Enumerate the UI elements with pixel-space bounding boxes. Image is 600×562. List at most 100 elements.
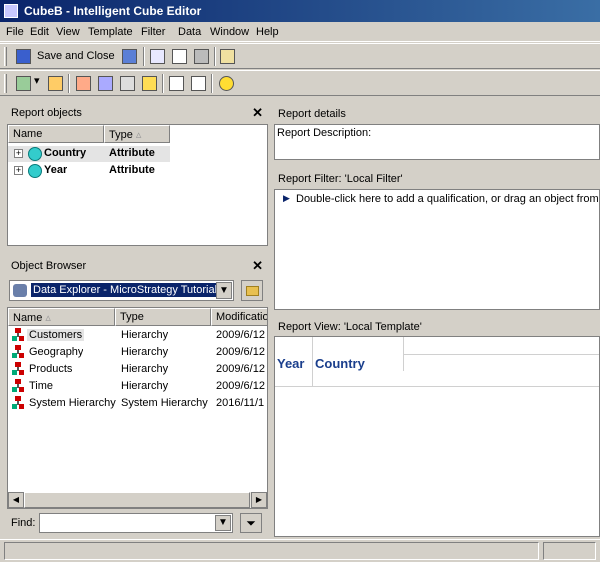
source-icon [13,284,27,297]
scroll-thumb[interactable] [24,492,250,508]
grid-view-icon[interactable] [14,74,33,93]
item-type: Hierarchy [121,329,169,341]
item-type: Attribute [109,164,155,176]
toolbar-separator [214,47,216,66]
menu-file[interactable]: File [6,26,24,38]
chevron-down-icon[interactable]: ▼ [215,515,231,531]
source-value: Data Explorer - MicroStrategy Tutorial [31,283,220,297]
column-header-name[interactable]: Name ▵ [8,308,115,326]
list-item[interactable]: Time Hierarchy 2009/6/12 [8,378,267,395]
item-type: Attribute [109,147,155,159]
report-view-title: Report View: 'Local Template' [278,321,422,333]
hierarchy-icon [12,345,24,359]
column-header-type[interactable]: Type [115,308,211,326]
item-type: Hierarchy [121,380,169,392]
menu-window[interactable]: Window [210,26,249,38]
item-modified: 2016/11/1 [216,397,265,409]
print-icon[interactable] [192,47,211,66]
item-name: Geography [29,346,84,358]
note-icon[interactable] [140,74,159,93]
toolbar-separator [143,47,145,66]
list-item[interactable]: Customers Hierarchy 2009/6/12 [8,327,267,344]
report-objects-title: Report objects [11,107,82,119]
main-toolbar: Save and Close [0,43,600,69]
book-icon[interactable] [148,47,167,66]
column-header-type[interactable]: Type ▵ [104,125,170,143]
row-header-country[interactable]: Country [315,356,365,371]
window-title: CubeB - Intelligent Cube Editor [24,4,202,18]
toolbar-grip[interactable] [4,74,7,93]
scroll-left-icon[interactable]: ◀ [8,492,24,508]
menu-help[interactable]: Help [256,26,279,38]
object-browser-header: Object Browser ✕ [7,256,268,276]
menu-bar: File Edit View Template Filter Data Wind… [0,22,600,42]
toolbar-separator [162,74,164,93]
source-dropdown[interactable]: Data Explorer - MicroStrategy Tutorial ▼ [9,280,234,301]
filter-funnel-icon[interactable]: ⏷ [240,513,262,533]
schedule-icon[interactable] [217,74,236,93]
save-icon[interactable] [14,47,33,66]
close-icon[interactable]: ✕ [252,105,263,121]
menu-template[interactable]: Template [88,26,133,38]
list-item[interactable]: Geography Hierarchy 2009/6/12 [8,344,267,361]
item-name: Products [29,363,73,375]
find-icon[interactable] [167,74,186,93]
column-header-modification[interactable]: Modification [211,308,267,326]
item-type: Hierarchy [121,346,169,358]
report-filter-header: Report Filter: 'Local Filter' [274,169,600,189]
save-as-icon[interactable] [120,47,139,66]
item-name: Year [44,164,68,176]
close-icon[interactable]: ✕ [252,258,263,274]
report-view-grid[interactable]: Year Country [274,336,600,537]
filter-icon[interactable] [118,74,137,93]
report-view-header: Report View: 'Local Template' [274,317,600,337]
horizontal-scrollbar[interactable]: ◀ ▶ [8,492,267,508]
column-header-name[interactable]: Name [8,125,104,143]
menu-edit[interactable]: Edit [30,26,49,38]
menu-data[interactable]: Data [178,26,201,38]
save-and-close-button[interactable]: Save and Close [37,50,115,62]
expand-icon[interactable]: + [14,166,23,175]
item-name: Country [44,147,87,159]
toolbar-grip[interactable] [4,47,7,66]
list-item[interactable]: + Year Attribute [8,163,170,179]
toolbar-separator [68,74,70,93]
chevron-down-icon[interactable]: ▼ [216,282,232,299]
report-filter-area[interactable]: ▶ Double-click here to add a qualificati… [274,189,600,310]
status-pane-main [4,542,539,560]
chart-icon[interactable] [46,74,65,93]
print-preview-icon[interactable] [170,47,189,66]
row-header-year[interactable]: Year [277,356,305,371]
list-item[interactable]: System Hierarchy System Hierarchy 2016/1… [8,395,267,412]
column-header-label: Type [109,129,133,141]
item-modified: 2009/6/12 [216,346,265,358]
hierarchy-icon [12,328,24,342]
hierarchy-icon [12,379,24,393]
item-modified: 2009/6/12 [216,363,265,375]
scroll-right-icon[interactable]: ▶ [251,492,267,508]
menu-view[interactable]: View [56,26,80,38]
sort-up-icon: ▵ [45,312,51,324]
object-browser-list: Name ▵ Type Modification Customers Hiera… [7,307,268,509]
menu-filter[interactable]: Filter [141,26,165,38]
report-objects-icon[interactable] [96,74,115,93]
chevron-down-icon[interactable]: ▾ [34,74,44,93]
object-browser-icon[interactable] [74,74,93,93]
attribute-icon [28,147,42,161]
status-pane-secondary [543,542,596,560]
title-bar: CubeB - Intelligent Cube Editor [0,0,600,22]
find-label: Find: [11,517,36,529]
find-input[interactable]: ▼ [39,513,233,533]
list-item[interactable]: + Country Attribute [8,146,170,162]
grid-divider [312,337,313,387]
list-item[interactable]: Products Hierarchy 2009/6/12 [8,361,267,378]
report-description-label: Report Description: [277,127,372,139]
properties-icon[interactable] [218,47,237,66]
folder-up-icon[interactable] [241,280,263,301]
shortcut-icon[interactable] [189,74,208,93]
expand-icon[interactable]: + [14,149,23,158]
status-bar [0,539,600,562]
item-type: Hierarchy [121,363,169,375]
report-details-area[interactable]: Report Description: [274,124,600,160]
column-header-label: Name [13,312,43,324]
